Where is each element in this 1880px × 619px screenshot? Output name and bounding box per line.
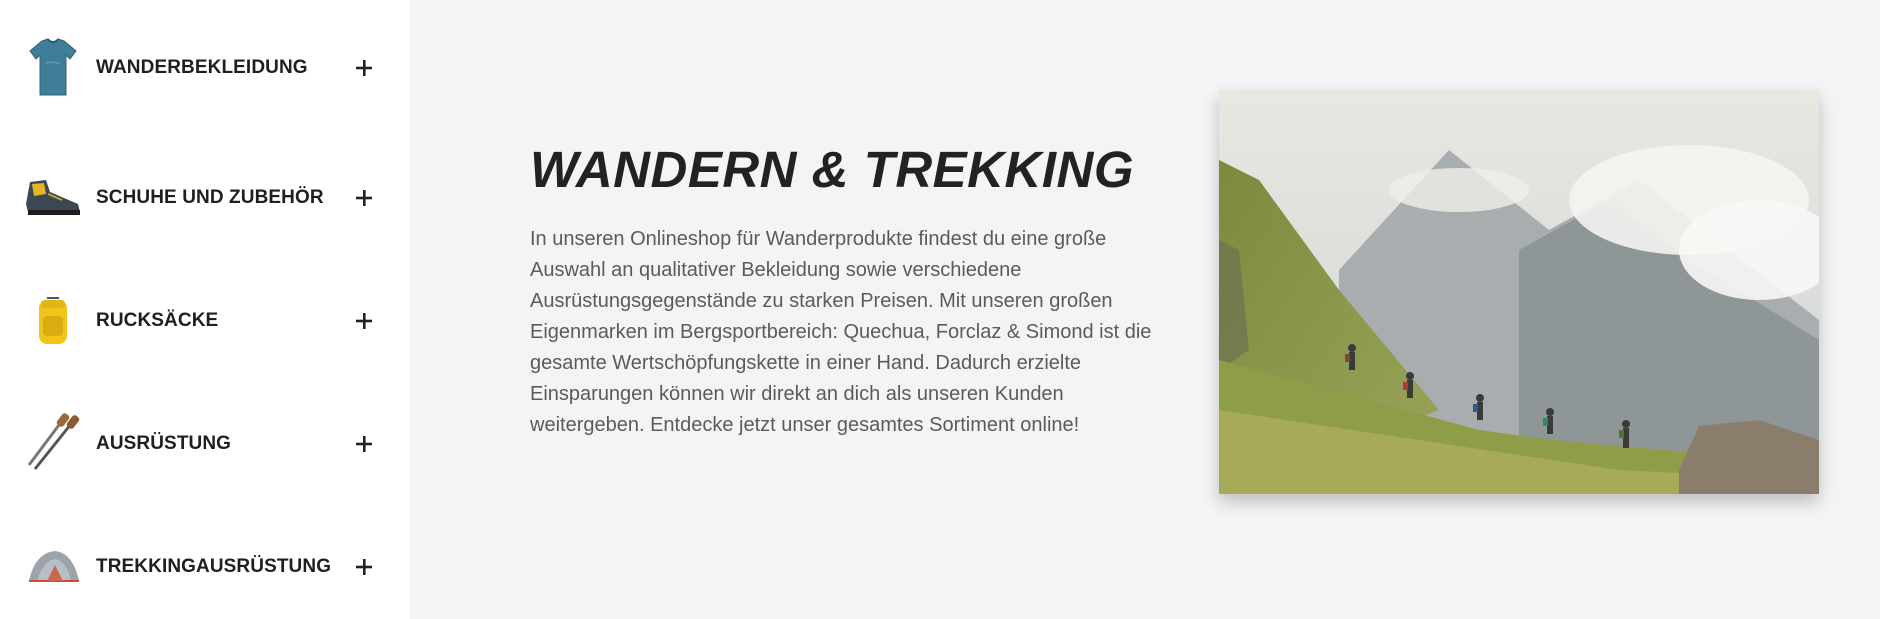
plus-icon[interactable] [352, 309, 376, 333]
hero-image [1219, 90, 1819, 494]
tent-icon [24, 532, 82, 602]
plus-icon[interactable] [352, 555, 376, 579]
page-description: In unseren Onlineshop für Wanderprodukte… [530, 228, 1152, 436]
tshirt-icon [24, 33, 82, 103]
sidebar-item-label: AUSRÜSTUNG [96, 432, 232, 454]
sidebar-item-rucksaecke[interactable]: RUCKSÄCKE [0, 259, 410, 382]
sidebar-item-label: SCHUHE UND ZUBEHÖR [96, 186, 324, 208]
page-title: WANDERN & TREKKING [530, 141, 1134, 198]
sidebar-item-schuhe-und-zubehoer[interactable]: SCHUHE UND ZUBEHÖR [0, 136, 410, 259]
sidebar-item-label: WANDERBEKLEIDUNG [96, 57, 308, 78]
hiking-boot-icon [24, 163, 82, 233]
category-sidebar: WANDERBEKLEIDUNG SCHUHE UND ZUBEHÖR RUCK… [0, 0, 410, 619]
plus-icon[interactable] [352, 432, 376, 456]
page: WANDERBEKLEIDUNG SCHUHE UND ZUBEHÖR RUCK… [0, 0, 1880, 619]
sidebar-item-wanderbekleidung[interactable]: WANDERBEKLEIDUNG [0, 0, 410, 136]
sidebar-item-label: TREKKINGAUSRÜSTUNG [96, 555, 332, 577]
plus-icon[interactable] [352, 56, 376, 80]
plus-icon[interactable] [352, 186, 376, 210]
sidebar-item-trekkingausruestung[interactable]: TREKKINGAUSRÜSTUNG [0, 505, 410, 619]
trekking-poles-icon [24, 409, 82, 479]
sidebar-item-label: RUCKSÄCKE [96, 309, 219, 331]
sidebar-item-ausruestung[interactable]: AUSRÜSTUNG [0, 382, 410, 505]
backpack-icon [24, 286, 82, 356]
main-content: WANDERN & TREKKING In unseren Onlineshop… [410, 0, 1880, 619]
